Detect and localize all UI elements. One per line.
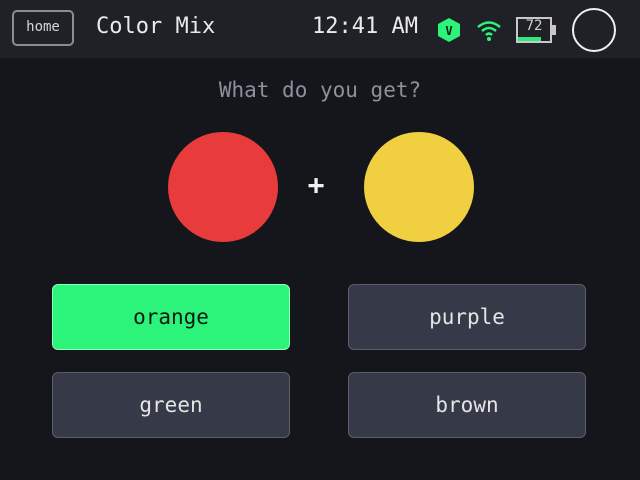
- power-button[interactable]: [572, 8, 616, 52]
- battery-tip: [552, 25, 556, 35]
- answer-button-purple[interactable]: purple: [348, 284, 586, 350]
- answer-label: brown: [435, 393, 499, 417]
- wifi-icon: [476, 18, 502, 42]
- battery-level: 72: [525, 18, 543, 34]
- status-bar: home Color Mix 12:41 AM V 72: [0, 0, 640, 58]
- home-button[interactable]: home: [12, 10, 74, 46]
- answer-button-green[interactable]: green: [52, 372, 290, 438]
- question-prompt: What do you get?: [218, 78, 422, 102]
- battery-icon: 72: [516, 17, 556, 43]
- answer-label: orange: [133, 305, 209, 329]
- badge-letter: V: [445, 24, 452, 38]
- battery-fill: [518, 37, 541, 41]
- v-badge-icon: V: [436, 17, 462, 43]
- app-title: Color Mix: [96, 14, 216, 39]
- color-swatch-b: [364, 132, 474, 242]
- home-button-label: home: [26, 19, 60, 35]
- plus-operator: +: [307, 168, 325, 201]
- answer-button-orange[interactable]: orange: [52, 284, 290, 350]
- clock: 12:41 AM: [312, 14, 418, 39]
- answer-label: green: [139, 393, 203, 417]
- answer-label: purple: [429, 305, 505, 329]
- color-swatch-a: [168, 132, 278, 242]
- answer-button-brown[interactable]: brown: [348, 372, 586, 438]
